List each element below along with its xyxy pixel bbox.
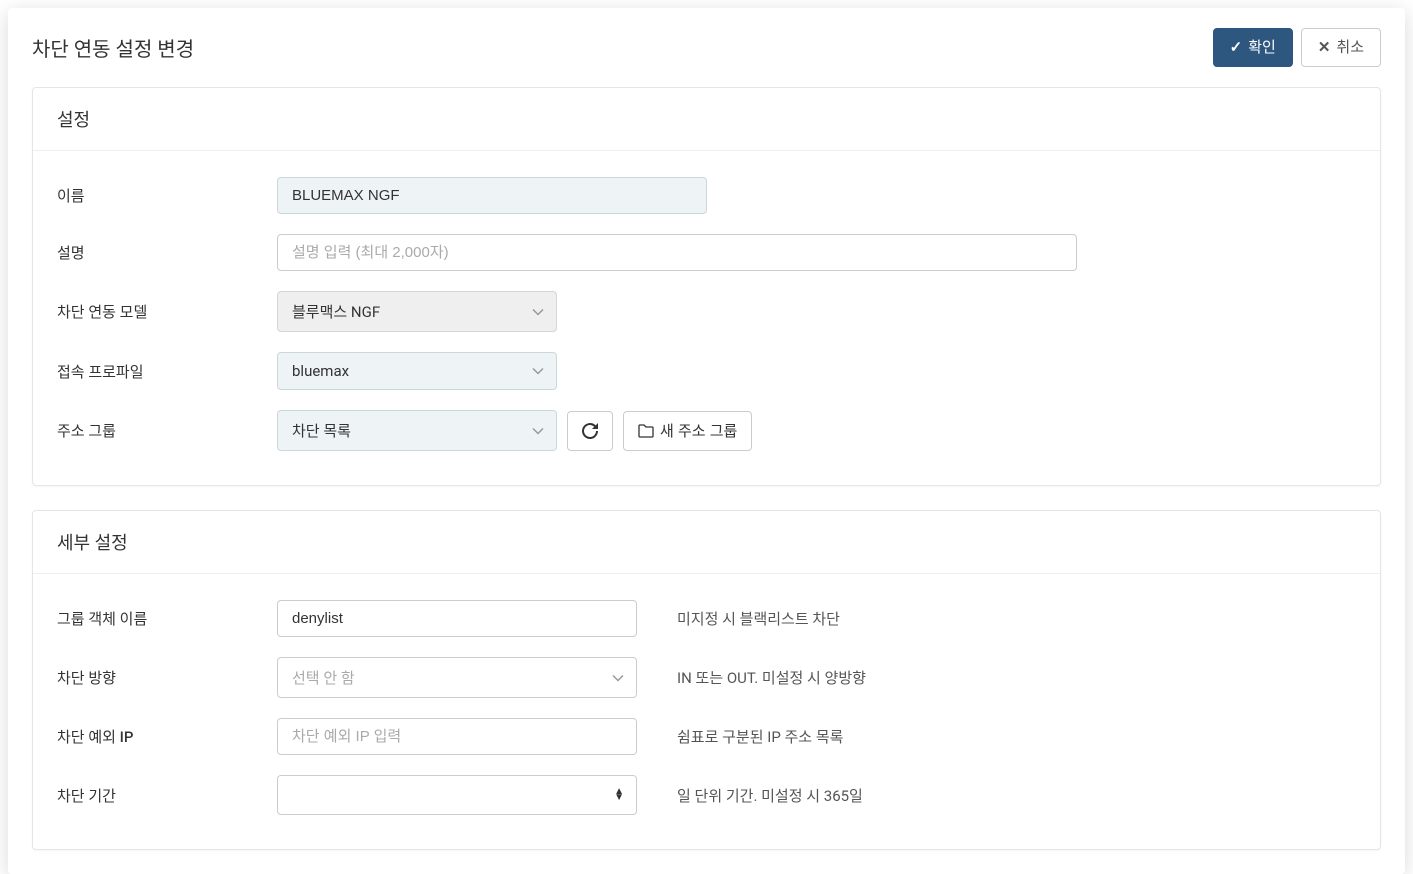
group-object-name-label: 그룹 객체 이름 (57, 608, 257, 629)
confirm-button-label: 확인 (1248, 37, 1276, 58)
profile-select-value: bluemax (292, 362, 349, 380)
block-period-label: 차단 기간 (57, 785, 257, 806)
model-select[interactable]: 블루맥스 NGF (277, 291, 557, 332)
address-group-row: 주소 그룹 차단 목록 (57, 400, 1356, 461)
profile-row: 접속 프로파일 bluemax (57, 342, 1356, 400)
confirm-button[interactable]: 확인 (1213, 28, 1293, 67)
settings-panel: 설정 이름 설명 차단 연동 모델 블루맥스 NGF (32, 87, 1381, 486)
exception-ip-row: 차단 예외 IP 쉼표로 구분된 IP 주소 목록 (57, 708, 1356, 765)
check-icon (1230, 37, 1243, 58)
address-group-select[interactable]: 차단 목록 (277, 410, 557, 451)
block-period-input[interactable]: ▲▼ (277, 775, 637, 815)
block-direction-hint: IN 또는 OUT. 미설정 시 양방향 (677, 667, 866, 688)
exception-ip-label: 차단 예외 IP (57, 726, 257, 747)
chevron-down-icon (612, 674, 624, 682)
cancel-button-label: 취소 (1336, 37, 1364, 58)
block-direction-select[interactable]: 선택 안 함 (277, 657, 637, 698)
block-direction-row: 차단 방향 선택 안 함 IN 또는 OUT. 미설정 시 양방향 (57, 647, 1356, 708)
modal-title: 차단 연동 설정 변경 (32, 33, 194, 62)
chevron-down-icon (532, 308, 544, 316)
detail-panel-body: 그룹 객체 이름 미지정 시 블랙리스트 차단 차단 방향 선택 안 함 IN … (33, 574, 1380, 849)
cancel-button[interactable]: 취소 (1301, 28, 1381, 67)
modal-actions: 확인 취소 (1213, 28, 1381, 67)
new-address-group-label: 새 주소 그룹 (660, 420, 737, 441)
profile-select[interactable]: bluemax (277, 352, 557, 390)
detail-panel-title: 세부 설정 (33, 511, 1380, 574)
exception-ip-hint: 쉼표로 구분된 IP 주소 목록 (677, 726, 843, 747)
block-direction-placeholder: 선택 안 함 (292, 667, 355, 688)
group-object-name-hint: 미지정 시 블랙리스트 차단 (677, 608, 840, 629)
block-direction-label: 차단 방향 (57, 667, 257, 688)
name-row: 이름 (57, 167, 1356, 224)
modal-header: 차단 연동 설정 변경 확인 취소 (8, 8, 1405, 87)
profile-label: 접속 프로파일 (57, 361, 257, 382)
description-label: 설명 (57, 242, 257, 263)
model-row: 차단 연동 모델 블루맥스 NGF (57, 281, 1356, 342)
number-stepper-icon: ▲▼ (614, 789, 624, 801)
new-address-group-button[interactable]: 새 주소 그룹 (623, 411, 752, 451)
block-period-hint: 일 단위 기간. 미설정 시 365일 (677, 785, 863, 806)
model-label: 차단 연동 모델 (57, 301, 257, 322)
detail-panel: 세부 설정 그룹 객체 이름 미지정 시 블랙리스트 차단 차단 방향 선택 안… (32, 510, 1381, 850)
name-input[interactable] (277, 177, 707, 214)
group-object-name-input[interactable] (277, 600, 637, 637)
chevron-down-icon (532, 367, 544, 375)
block-period-row: 차단 기간 ▲▼ 일 단위 기간. 미설정 시 365일 (57, 765, 1356, 825)
refresh-button[interactable] (567, 411, 613, 451)
folder-icon (638, 424, 654, 438)
chevron-down-icon (532, 427, 544, 435)
modal: 차단 연동 설정 변경 확인 취소 설정 이름 설명 (8, 8, 1405, 874)
refresh-icon (582, 423, 598, 439)
exception-ip-input[interactable] (277, 718, 637, 755)
address-group-select-value: 차단 목록 (292, 420, 351, 441)
close-icon (1318, 37, 1331, 58)
model-select-value: 블루맥스 NGF (292, 301, 380, 322)
settings-panel-body: 이름 설명 차단 연동 모델 블루맥스 NGF (33, 151, 1380, 485)
group-object-name-row: 그룹 객체 이름 미지정 시 블랙리스트 차단 (57, 590, 1356, 647)
description-input[interactable] (277, 234, 1077, 271)
address-group-label: 주소 그룹 (57, 420, 257, 441)
name-label: 이름 (57, 185, 257, 206)
description-row: 설명 (57, 224, 1356, 281)
settings-panel-title: 설정 (33, 88, 1380, 151)
